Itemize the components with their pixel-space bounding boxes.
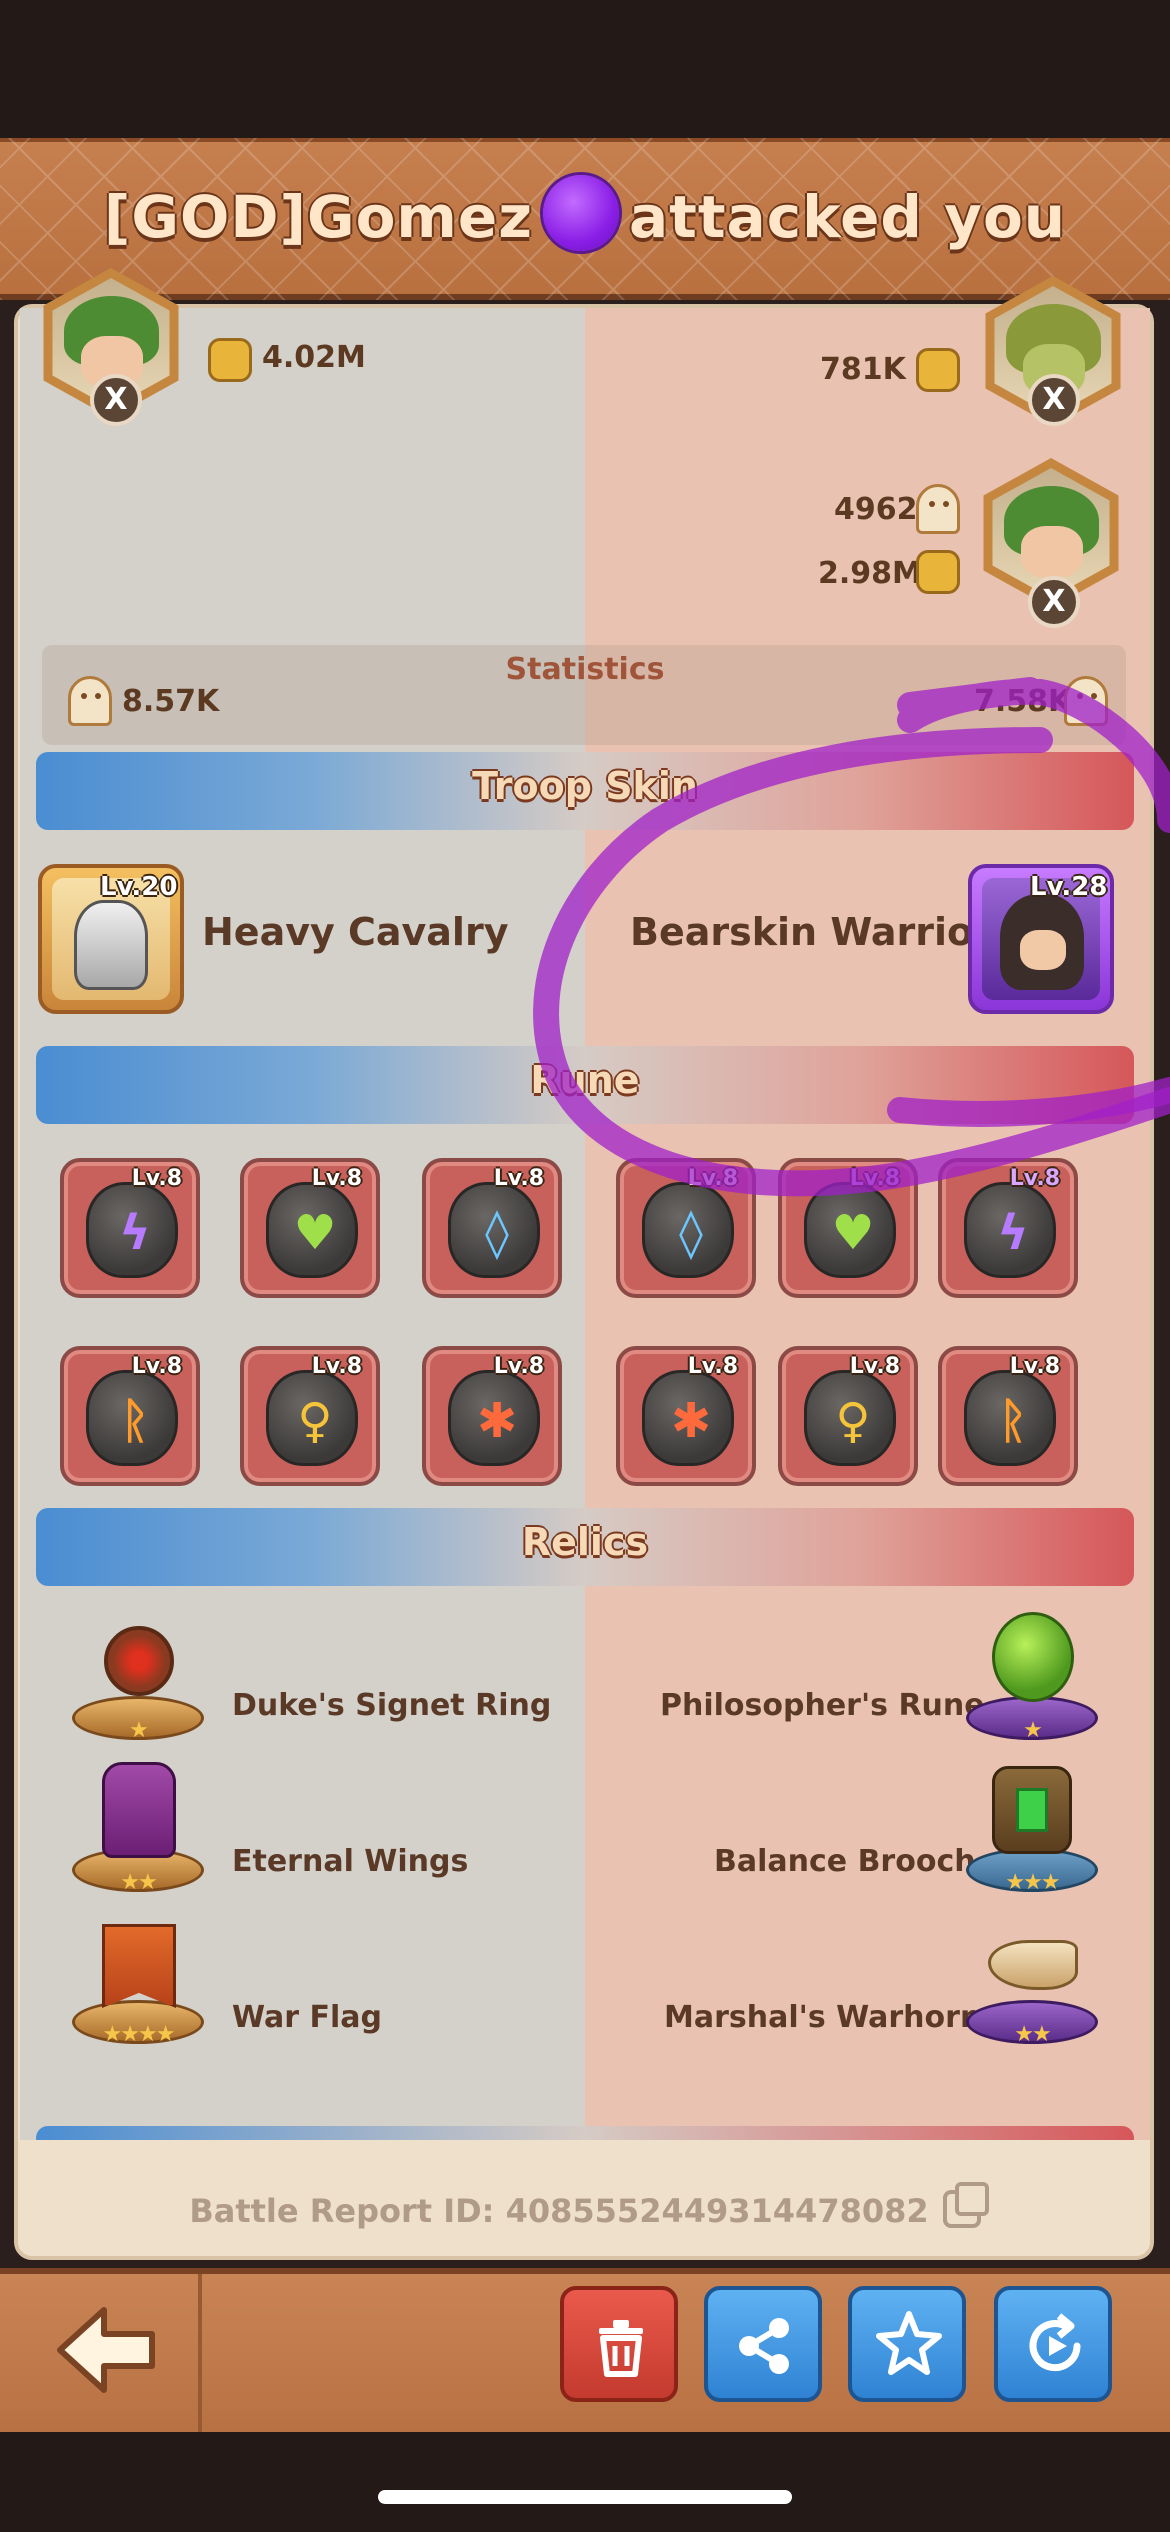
right-skin-name: Bearskin Warrior <box>630 910 992 954</box>
rune-level: Lv.8 <box>131 1166 182 1191</box>
rune-level: Lv.8 <box>493 1166 544 1191</box>
relics-title: Relics <box>521 1520 649 1564</box>
rune-level: Lv.8 <box>687 1354 738 1379</box>
hero-dismiss-badge: X <box>1028 576 1080 628</box>
right-relic-name-3: Marshal's Warhorn <box>664 2000 982 2035</box>
home-indicator-area <box>0 2432 1170 2532</box>
rune-level: Lv.8 <box>849 1166 900 1191</box>
home-indicator[interactable] <box>378 2490 792 2504</box>
trash-icon <box>599 2320 643 2377</box>
replay-button[interactable] <box>994 2286 1112 2402</box>
rune-level: Lv.8 <box>131 1354 182 1379</box>
share-button[interactable] <box>704 2286 822 2402</box>
rune-title: Rune <box>530 1058 640 1102</box>
defender-hero-2-power: 2.98M <box>818 556 922 591</box>
rune-slot[interactable]: ◊ Lv.8 <box>422 1158 562 1298</box>
favorite-button[interactable] <box>848 2286 966 2402</box>
war-flag-relic-icon[interactable]: ★★★★ <box>68 1910 208 2050</box>
hero-dismiss-badge: X <box>1028 374 1080 426</box>
rune-slot[interactable]: ♥ Lv.8 <box>778 1158 918 1298</box>
power-icon <box>916 348 960 392</box>
marshals-warhorn-relic-icon[interactable]: ★★ <box>962 1910 1102 2050</box>
eternal-wings-relic-icon[interactable]: ★★ <box>68 1758 208 1898</box>
rune-slot[interactable]: ◊ Lv.8 <box>616 1158 756 1298</box>
report-title: [GOD]Gomez attacked you <box>0 175 1170 251</box>
rune-level: Lv.8 <box>1009 1354 1060 1379</box>
skin-level: Lv.20 <box>100 872 178 902</box>
next-section-bar <box>36 2126 1134 2140</box>
balance-brooch-relic-icon[interactable]: ★★★ <box>962 1758 1102 1898</box>
troop-skin-title: Troop Skin <box>472 764 698 808</box>
title-suffix: attacked you <box>628 183 1067 251</box>
replay-icon <box>1029 2313 1081 2372</box>
troops-icon <box>1064 676 1108 726</box>
rune-slot[interactable]: ♥ Lv.8 <box>240 1158 380 1298</box>
statistics-title: Statistics <box>505 652 665 687</box>
left-skin-name: Heavy Cavalry <box>202 910 509 954</box>
defender-hero-2-troops: 4962 <box>834 492 918 527</box>
right-relic-name-2: Balance Brooch <box>714 1844 976 1879</box>
heavy-cavalry-skin-icon[interactable]: Lv.20 <box>38 864 184 1014</box>
philosophers-rune-relic-icon[interactable]: ★ <box>962 1606 1102 1746</box>
attacker-hero-power: 4.02M <box>262 340 366 375</box>
toolbar-divider <box>198 2274 202 2432</box>
alliance-orb-icon <box>542 175 619 251</box>
rune-slot[interactable]: ♀ Lv.8 <box>240 1346 380 1486</box>
rune-slot[interactable]: ϟ Lv.8 <box>938 1158 1078 1298</box>
rune-level: Lv.8 <box>849 1354 900 1379</box>
signet-ring-relic-icon[interactable]: ★ <box>68 1606 208 1746</box>
back-arrow-icon[interactable] <box>52 2300 162 2400</box>
rune-level: Lv.8 <box>1009 1166 1060 1191</box>
delete-button[interactable] <box>560 2286 678 2402</box>
power-icon <box>208 338 252 382</box>
star-icon <box>876 2311 942 2375</box>
battle-report-screen: [GOD]Gomez attacked you X 4.02M 781K X 49… <box>0 0 1170 2532</box>
rune-level: Lv.8 <box>493 1354 544 1379</box>
bearskin-warrior-skin-icon[interactable]: Lv.28 <box>968 864 1114 1014</box>
attacker-troops-total: 8.57K <box>122 684 220 719</box>
rune-slot[interactable]: ϟ Lv.8 <box>60 1158 200 1298</box>
copy-icon[interactable] <box>942 2182 989 2228</box>
left-relic-name-1: Duke's Signet Ring <box>232 1688 552 1723</box>
left-relic-name-2: Eternal Wings <box>232 1844 469 1879</box>
defender-hero-1-power: 781K <box>820 352 906 387</box>
rune-level: Lv.8 <box>311 1354 362 1379</box>
status-bar-area <box>0 0 1170 138</box>
rune-slot[interactable]: ᚱ Lv.8 <box>60 1346 200 1486</box>
rune-slot[interactable]: ᚱ Lv.8 <box>938 1346 1078 1486</box>
share-icon <box>739 2318 789 2374</box>
troops-icon <box>68 676 112 726</box>
left-relic-name-3: War Flag <box>232 2000 382 2035</box>
skin-level: Lv.28 <box>1030 872 1108 902</box>
rune-slot[interactable]: ✱ Lv.8 <box>422 1346 562 1486</box>
rune-slot[interactable]: ✱ Lv.8 <box>616 1346 756 1486</box>
report-id-text: Battle Report ID: 4085552449314478082 <box>189 2192 929 2230</box>
battle-report-id: Battle Report ID: 4085552449314478082 <box>0 2182 1170 2230</box>
right-relic-name-1: Philosopher's Rune <box>660 1688 985 1723</box>
rune-level: Lv.8 <box>311 1166 362 1191</box>
power-icon <box>916 550 960 594</box>
defender-troops-total: 7.58K <box>974 684 1072 719</box>
rune-slot[interactable]: ♀ Lv.8 <box>778 1346 918 1486</box>
hero-dismiss-badge: X <box>90 374 142 426</box>
attacker-name: [GOD]Gomez <box>103 183 533 251</box>
rune-level: Lv.8 <box>687 1166 738 1191</box>
troops-icon <box>916 484 960 534</box>
